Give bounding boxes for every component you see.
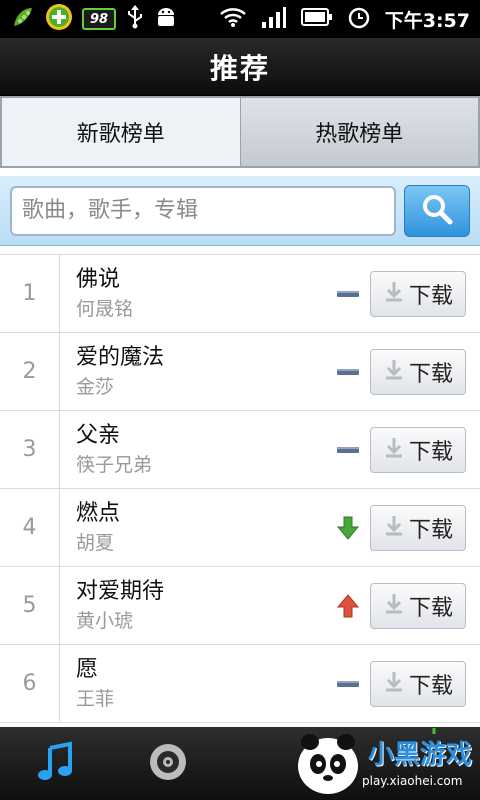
song-row[interactable]: 6 愿 王菲 下载 <box>0 645 480 723</box>
wifi-icon <box>219 6 247 32</box>
tab-new-songs[interactable]: 新歌榜单 <box>2 98 241 166</box>
download-arrow-icon <box>383 358 405 386</box>
song-row[interactable]: 2 爱的魔法 金莎 下载 <box>0 333 480 411</box>
search-bar <box>0 176 480 246</box>
watermark-domain: play.xiaohei.com <box>362 774 463 788</box>
chart-tabs: 新歌榜单 热歌榜单 <box>0 96 480 168</box>
trend-same-icon <box>326 289 370 299</box>
plus-badge-icon <box>44 2 74 36</box>
title-bar: 推荐 <box>0 38 480 96</box>
nav-disc-button[interactable] <box>112 727 224 800</box>
song-title: 愿 <box>76 656 99 682</box>
tab-hot-songs[interactable]: 热歌榜单 <box>240 98 478 166</box>
search-button[interactable] <box>404 184 470 237</box>
song-info: 爱的魔法 金莎 <box>60 343 326 401</box>
download-button[interactable]: 下载 <box>370 660 466 707</box>
rank-number: 1 <box>0 255 60 332</box>
android-icon <box>154 4 178 34</box>
trend-same-icon <box>326 679 370 689</box>
download-button[interactable]: 下载 <box>370 582 466 629</box>
magnifier-icon <box>420 192 454 230</box>
song-info: 对爱期待 黄小琥 <box>60 577 326 635</box>
trend-same-icon <box>326 367 370 377</box>
page-title: 推荐 <box>209 51 270 85</box>
song-artist: 胡夏 <box>76 531 115 554</box>
search-input[interactable] <box>10 185 396 236</box>
battery-level-badge: 98 <box>82 8 116 30</box>
download-button[interactable]: 下载 <box>370 348 466 395</box>
song-artist: 金莎 <box>76 375 115 398</box>
download-button[interactable]: 下载 <box>370 504 466 551</box>
song-info: 佛说 何晟铭 <box>60 265 326 323</box>
watermark-text: 小黑游戏 <box>368 740 473 770</box>
song-artist: 何晟铭 <box>76 297 134 320</box>
rank-number: 2 <box>0 333 60 410</box>
download-label: 下载 <box>408 595 453 621</box>
song-title: 对爱期待 <box>76 578 165 604</box>
status-left: 98 <box>10 2 178 36</box>
alarm-clock-icon <box>347 5 371 33</box>
song-artist: 黄小琥 <box>76 609 134 632</box>
rank-number: 5 <box>0 567 60 644</box>
download-arrow-icon <box>383 514 405 542</box>
rank-number: 6 <box>0 645 60 722</box>
battery-icon <box>300 7 333 31</box>
song-info: 燃点 胡夏 <box>60 499 326 557</box>
song-info: 愿 王菲 <box>60 655 326 713</box>
song-list: 1 佛说 何晟铭 下载 2 爱的魔法 金莎 下载 3 父亲 筷子兄弟 下载 4 … <box>0 254 480 723</box>
song-row[interactable]: 4 燃点 胡夏 下载 <box>0 489 480 567</box>
download-label: 下载 <box>408 673 453 699</box>
rank-number: 4 <box>0 489 60 566</box>
nav-music-button[interactable] <box>0 727 112 800</box>
trend-down-icon <box>326 515 370 541</box>
pea-pod-icon <box>10 4 36 34</box>
download-button[interactable]: 下载 <box>370 270 466 317</box>
song-row[interactable]: 1 佛说 何晟铭 下载 <box>0 255 480 333</box>
song-row[interactable]: 5 对爱期待 黄小琥 下载 <box>0 567 480 645</box>
song-info: 父亲 筷子兄弟 <box>60 421 326 479</box>
signal-icon <box>261 5 287 33</box>
song-title: 佛说 <box>76 266 121 292</box>
rank-number: 3 <box>0 411 60 488</box>
download-label: 下载 <box>408 439 453 465</box>
song-artist: 筷子兄弟 <box>76 453 153 476</box>
download-arrow-icon <box>383 670 405 698</box>
download-label: 下载 <box>408 517 453 543</box>
download-arrow-icon <box>383 592 405 620</box>
status-right: 下午3:57 <box>219 5 470 33</box>
song-title: 父亲 <box>76 422 121 448</box>
trend-same-icon <box>326 445 370 455</box>
disc-icon <box>146 740 190 788</box>
watermark-logo: 小黑游戏 play.xiaohei.com <box>284 724 474 796</box>
song-artist: 王菲 <box>76 687 115 710</box>
download-label: 下载 <box>408 361 453 387</box>
music-note-icon <box>34 740 78 788</box>
song-row[interactable]: 3 父亲 筷子兄弟 下载 <box>0 411 480 489</box>
bottom-nav: 小黑游戏 play.xiaohei.com <box>0 727 480 800</box>
song-title: 燃点 <box>76 500 121 526</box>
download-arrow-icon <box>383 280 405 308</box>
status-bar: 98 下午3:57 <box>0 0 480 38</box>
download-label: 下载 <box>408 283 453 309</box>
download-button[interactable]: 下载 <box>370 426 466 473</box>
download-arrow-icon <box>383 436 405 464</box>
song-title: 爱的魔法 <box>76 344 165 370</box>
trend-up-icon <box>326 593 370 619</box>
status-time: 下午3:57 <box>384 9 470 32</box>
usb-icon <box>124 4 146 34</box>
